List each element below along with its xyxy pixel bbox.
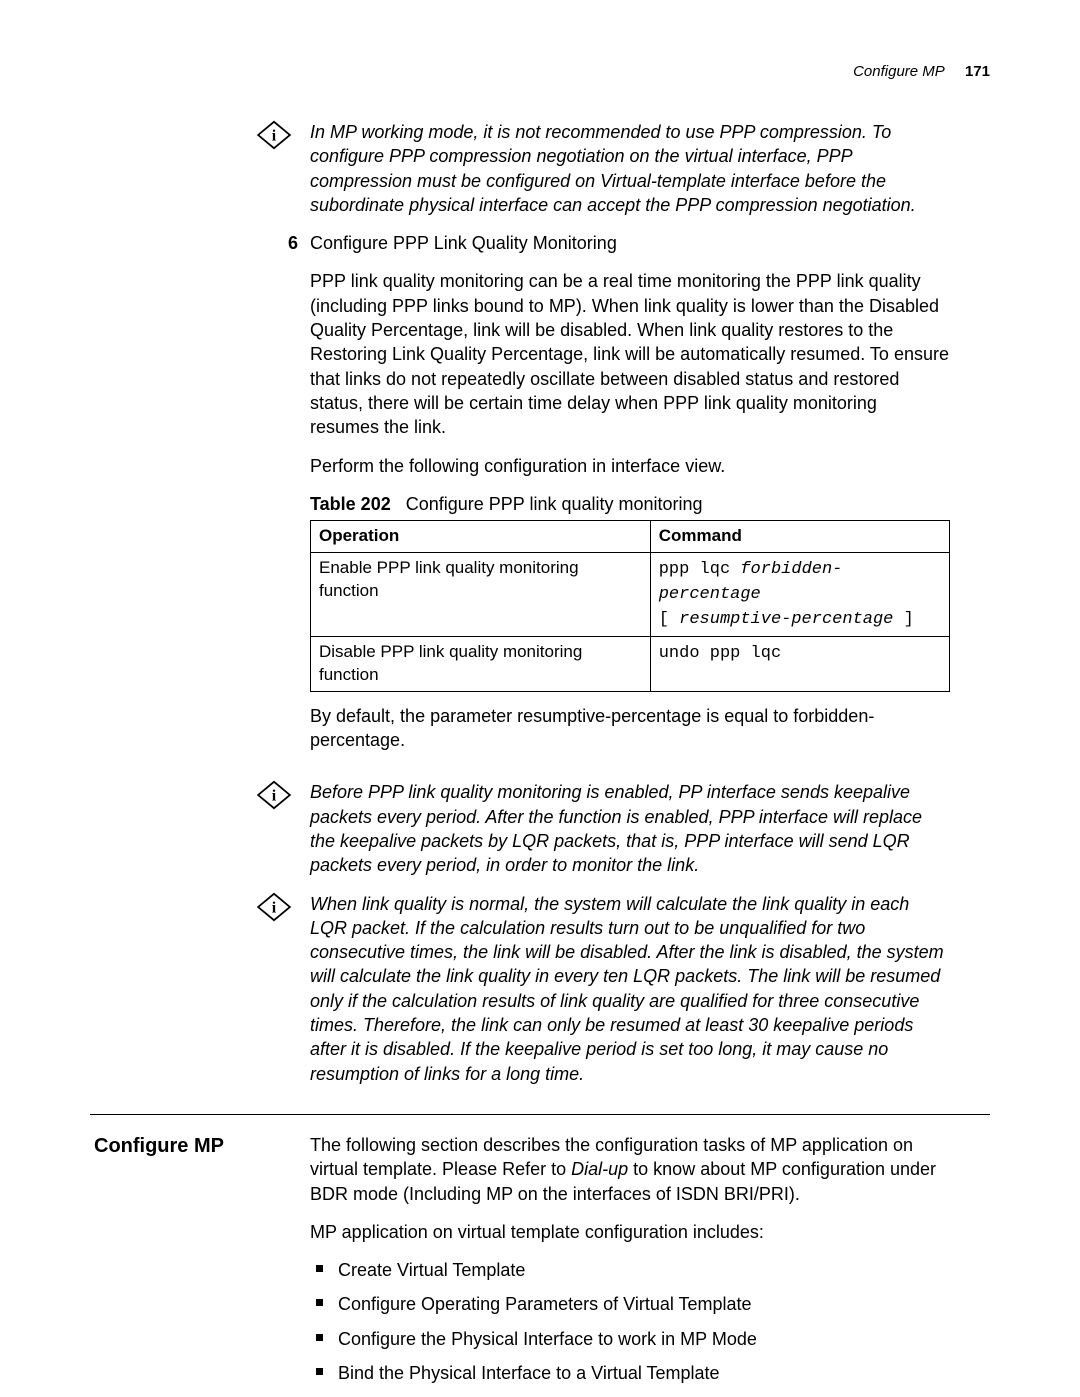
intro-paragraph: The following section describes the conf…	[310, 1133, 950, 1206]
table-caption-text: Configure PPP link quality monitoring	[406, 494, 703, 514]
section-body: The following section describes the conf…	[310, 1133, 950, 1395]
svg-text:i: i	[272, 788, 277, 805]
perform-line: Perform the following configuration in i…	[310, 454, 950, 478]
note-block: i In MP working mode, it is not recommen…	[90, 120, 990, 217]
side-heading: Configure MP	[94, 1133, 224, 1160]
section-row: Configure MP The following section descr…	[90, 1133, 990, 1395]
list-item: Create Virtual Template	[310, 1258, 950, 1282]
side-heading-gutter: Configure MP	[90, 1133, 310, 1160]
note-gutter: i	[90, 120, 310, 156]
command-table: Operation Command Enable PPP link qualit…	[310, 520, 950, 692]
content: i In MP working mode, it is not recommen…	[90, 120, 990, 1395]
table-row: Enable PPP link quality monitoring funct…	[311, 553, 950, 637]
step-row: 6 Configure PPP Link Quality Monitoring	[90, 231, 990, 255]
paragraph-row: PPP link quality monitoring can be a rea…	[90, 269, 990, 766]
dialup-ref: Dial-up	[571, 1159, 628, 1179]
svg-text:i: i	[272, 899, 277, 916]
section-divider	[90, 1114, 990, 1115]
note-text: In MP working mode, it is not recommende…	[310, 120, 950, 217]
header-page-number: 171	[965, 63, 990, 80]
list-item: Bind the Physical Interface to a Virtual…	[310, 1361, 950, 1385]
list-item: Configure Operating Parameters of Virtua…	[310, 1292, 950, 1316]
cell-command: ppp lqc forbidden-percentage [ resumptiv…	[650, 553, 949, 637]
after-table-text: By default, the parameter resumptive-per…	[310, 704, 950, 753]
list-item: Configure the Physical Interface to work…	[310, 1327, 950, 1351]
table-label: Table 202	[310, 494, 391, 514]
includes-line: MP application on virtual template confi…	[310, 1220, 950, 1244]
table-row: Disable PPP link quality monitoring func…	[311, 636, 950, 691]
table-caption: Table 202 Configure PPP link quality mon…	[310, 492, 950, 516]
info-icon: i	[256, 120, 292, 156]
note-text: Before PPP link quality monitoring is en…	[310, 780, 950, 877]
table-header-row: Operation Command	[311, 521, 950, 553]
cell-operation: Disable PPP link quality monitoring func…	[311, 636, 651, 691]
cell-command: undo ppp lqc	[650, 636, 949, 691]
info-icon: i	[256, 780, 292, 816]
cell-operation: Enable PPP link quality monitoring funct…	[311, 553, 651, 637]
header-section: Configure MP	[853, 63, 945, 80]
svg-text:i: i	[272, 127, 277, 144]
bullet-list: Create Virtual Template Configure Operat…	[310, 1258, 950, 1385]
running-header: Configure MP 171	[853, 62, 990, 82]
page: Configure MP 171 i In MP working mode, i…	[0, 0, 1080, 1397]
step-body: PPP link quality monitoring can be a rea…	[310, 269, 950, 766]
col-command: Command	[650, 521, 949, 553]
note-gutter: i	[90, 892, 310, 928]
step-title: Configure PPP Link Quality Monitoring	[310, 231, 950, 255]
note-block: i Before PPP link quality monitoring is …	[90, 780, 990, 877]
note-gutter: i	[90, 780, 310, 816]
note-text: When link quality is normal, the system …	[310, 892, 950, 1086]
col-operation: Operation	[311, 521, 651, 553]
note-block: i When link quality is normal, the syste…	[90, 892, 990, 1086]
body-text: PPP link quality monitoring can be a rea…	[310, 269, 950, 439]
step-number: 6	[90, 231, 310, 255]
info-icon: i	[256, 892, 292, 928]
